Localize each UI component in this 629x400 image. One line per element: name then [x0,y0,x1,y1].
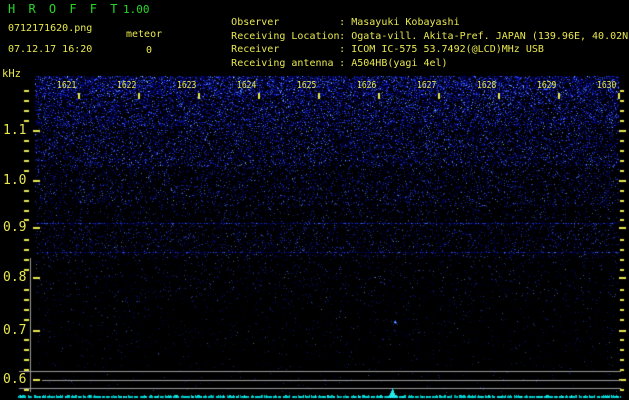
time-tick-label: 1623 [176,80,196,91]
station-info-separator: : [339,58,352,70]
freq-axis-unit-label: kHz [2,68,21,80]
output-filename: 0712171620.png [8,23,93,34]
meteor-count-label: meteor [126,29,163,40]
time-tick-label: 1624 [236,80,256,91]
time-tick-label: 1630 [596,80,616,91]
time-tick-label: 1627 [416,80,436,91]
station-info-separator: : [339,16,352,28]
station-info-value: Ogata-vill. Akita-Pref. JAPAN (139.96E, … [351,30,629,42]
freq-tick-label: 1.0 [3,173,27,188]
freq-tick-label: 0.7 [3,323,27,338]
time-tick-label: 1629 [536,80,556,91]
station-info-label: Receiver [231,44,280,56]
station-info-label: Receiving antenna [231,58,334,70]
observation-datetime: 07.12.17 16:20 [8,44,93,55]
meteor-count-value: 0 [146,45,153,56]
station-info-value: ICOM IC-575 53.7492(@LCD)MHz USB [351,44,544,56]
time-tick-label: 1628 [476,80,496,91]
station-info-value: Masayuki Kobayashi [351,16,460,28]
app-title: H R O F F T [8,2,121,16]
station-info-label: Receiving Location [231,30,340,42]
time-tick-label: 1625 [296,80,316,91]
station-info-line: Observer: Masayuki Kobayashi [183,2,629,28]
freq-tick-label: 0.8 [3,270,27,285]
freq-tick-label: 0.9 [3,220,27,235]
time-tick-label: 1622 [116,80,136,91]
station-info-label: Observer [231,16,280,28]
station-info-value: A504HB(yagi 4el) [351,58,448,70]
station-info-block: Observer: Masayuki Kobayashi Receiving L… [183,2,629,69]
time-tick-label: 1626 [356,80,376,91]
freq-tick-label: 1.1 [3,123,27,138]
station-info-separator: : [339,44,352,56]
time-tick-label: 1621 [56,80,76,91]
station-info-separator: : [339,30,352,42]
hrofft-screen: H R O F F T 1.00 0712171620.png meteor 0… [0,0,629,400]
app-version: 1.00 [123,3,150,16]
freq-tick-label: 0.6 [3,372,27,387]
